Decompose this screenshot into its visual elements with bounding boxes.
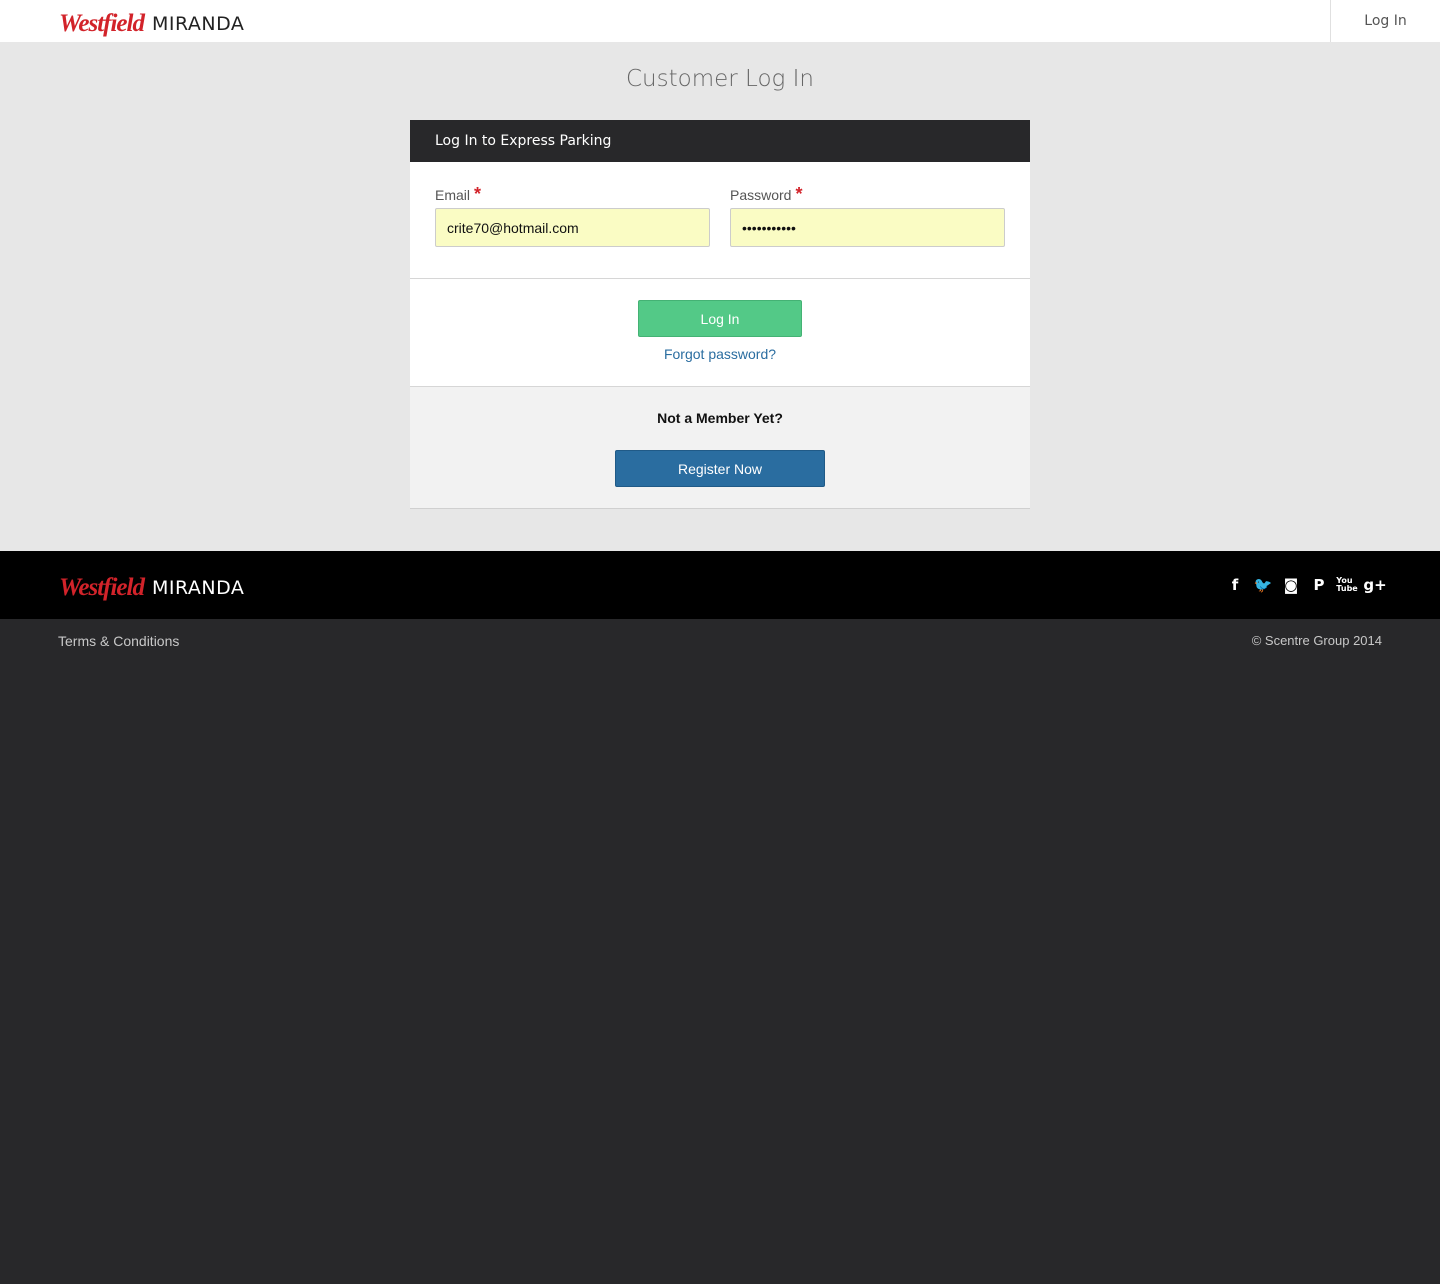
email-input[interactable]: crite70@hotmail.com — [435, 208, 710, 247]
register-prompt: Not a Member Yet? — [657, 410, 783, 426]
email-label: Email * — [435, 184, 482, 204]
register-section: Not a Member Yet? Register Now — [410, 387, 1030, 509]
terms-conditions-link[interactable]: Terms & Conditions — [58, 633, 179, 649]
pinterest-icon[interactable]: P — [1310, 575, 1328, 595]
password-field-group: Password * ••••••••••• — [730, 184, 1005, 247]
instagram-icon[interactable]: ◙ — [1282, 575, 1300, 595]
forgot-password-link[interactable]: Forgot password? — [410, 346, 1030, 362]
login-fields-section: Email * crite70@hotmail.com Password * •••… — [410, 162, 1030, 279]
login-actions-section: Log In Forgot password? — [410, 279, 1030, 387]
email-field-group: Email * crite70@hotmail.com — [435, 184, 710, 247]
login-card-heading: Log In to Express Parking — [410, 120, 1030, 162]
login-card: Log In to Express Parking Email * crite70… — [410, 120, 1030, 509]
top-nav-bar: Westfield MIRANDA Log In — [0, 0, 1440, 42]
footer-logo[interactable]: Westfield MIRANDA — [59, 570, 244, 600]
nav-login-link[interactable]: Log In — [1330, 0, 1440, 42]
copyright-text: © Scentre Group 2014 — [1251, 633, 1382, 648]
footer-logo-centre-name: MIRANDA — [151, 577, 245, 599]
youtube-icon[interactable]: You Tube — [1336, 575, 1357, 595]
westfield-miranda-logo[interactable]: Westfield MIRANDA — [59, 6, 244, 36]
register-now-button[interactable]: Register Now — [615, 450, 825, 487]
footer-logo-westfield-wordmark: Westfield — [59, 574, 145, 601]
footer-brand-bar: Westfield MIRANDA f 🐦 ◙ P You Tube g+ — [0, 551, 1440, 619]
password-input[interactable]: ••••••••••• — [730, 208, 1005, 247]
footer-legal-bar: Terms & Conditions © Scentre Group 2014 — [0, 619, 1440, 1284]
login-button[interactable]: Log In — [638, 300, 802, 337]
google-plus-icon[interactable]: g+ — [1363, 575, 1386, 595]
main-content: Customer Log In Log In to Express Parkin… — [0, 42, 1440, 551]
password-label: Password * — [730, 184, 803, 204]
twitter-icon[interactable]: 🐦 — [1254, 575, 1273, 595]
logo-westfield-wordmark: Westfield — [59, 10, 145, 37]
page-title: Customer Log In — [626, 66, 814, 92]
required-asterisk: * — [795, 184, 803, 204]
required-asterisk: * — [474, 184, 482, 204]
social-links: f 🐦 ◙ P You Tube g+ — [1226, 575, 1387, 595]
facebook-icon[interactable]: f — [1226, 575, 1244, 595]
logo-centre-name: MIRANDA — [151, 13, 245, 35]
